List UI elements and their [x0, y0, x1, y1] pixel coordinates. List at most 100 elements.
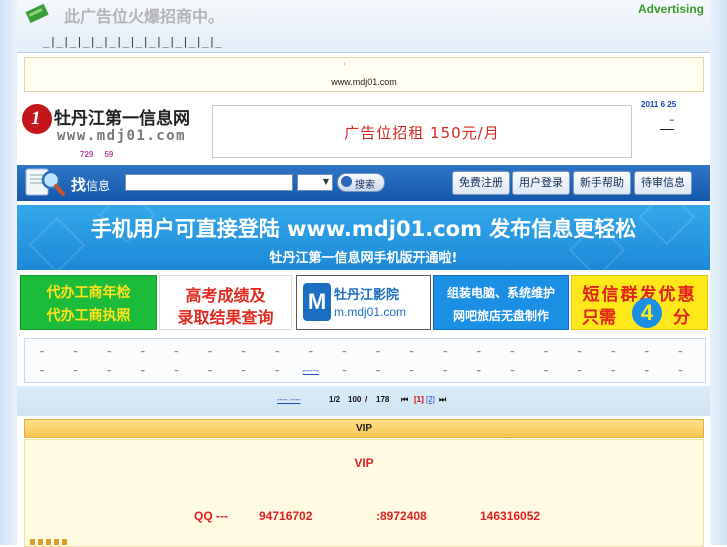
date-underline: [660, 129, 674, 130]
category-link[interactable]: –: [632, 366, 662, 376]
mobile-promo-banner[interactable]: 手机用户可直接登陆 www.mdj01.com 发布信息更轻松 牡丹江第一信息网…: [17, 205, 710, 270]
category-link[interactable]: –: [464, 347, 494, 357]
pending-info-button[interactable]: 待审信息: [634, 171, 692, 195]
qq-number-1[interactable]: 94716702: [259, 509, 312, 523]
four-badge: 4: [632, 298, 662, 328]
url-strip: · www.mdj01.com: [24, 57, 704, 92]
tile-line: 分: [673, 308, 690, 328]
qq-number-3[interactable]: 146316052: [480, 509, 540, 523]
category-link[interactable]: –: [665, 347, 695, 357]
category-link[interactable]: –: [161, 347, 191, 357]
tile-line: 组装电脑、系统维护: [446, 286, 555, 300]
category-link[interactable]: –: [531, 366, 561, 376]
category-link[interactable]: –: [598, 347, 628, 357]
category-link[interactable]: –: [27, 347, 57, 357]
register-button[interactable]: 免费注册: [452, 171, 510, 195]
category-link[interactable]: –: [94, 347, 124, 357]
search-label-small: 信息: [86, 179, 111, 193]
category-link[interactable]: –: [229, 347, 259, 357]
stats-a: 729: [80, 150, 94, 159]
category-link[interactable]: –: [262, 366, 292, 376]
ad-slogan: 此广告位火爆招商中。: [64, 7, 225, 26]
tile-line: 代办工商年检: [46, 285, 131, 301]
cinema-logo-icon: M: [303, 283, 331, 321]
cinema-url: m.mdj01.com: [334, 305, 407, 319]
category-link[interactable]: –: [61, 366, 91, 376]
mobile-banner-headline: 手机用户可直接登陆 www.mdj01.com 发布信息更轻松: [90, 217, 637, 241]
category-link[interactable]: –: [497, 347, 527, 357]
category-link[interactable]: –: [329, 347, 359, 357]
site-url[interactable]: www.mdj01.com: [25, 77, 703, 87]
category-link[interactable]: –: [363, 347, 393, 357]
search-input[interactable]: [125, 174, 293, 191]
category-link[interactable]: -----: [296, 366, 326, 376]
search-label: 找信息: [71, 174, 110, 195]
help-button[interactable]: 新手帮助: [573, 171, 631, 195]
category-link[interactable]: –: [632, 347, 662, 357]
search-button[interactable]: 搜索: [337, 173, 385, 192]
vip-panel: VIP QQ --- 94716702 :8972408 146316052: [24, 439, 704, 547]
qq-number-2[interactable]: :8972408: [376, 509, 427, 523]
category-link[interactable]: –: [229, 366, 259, 376]
rent-ad-text: 广告位招租 150元/月: [344, 124, 500, 142]
category-link[interactable]: –: [329, 366, 359, 376]
exam-results-ad[interactable]: 高考成绩及 录取结果查询: [159, 275, 292, 330]
top-ad-banner[interactable]: 此广告位火爆招商中。 Advertising _|_|_|_|_|_|_|_|_…: [17, 0, 710, 53]
magnifier-icon: [25, 168, 65, 196]
category-link[interactable]: –: [397, 366, 427, 376]
cinema-name: 牡丹江影院: [334, 288, 400, 303]
ad-dashes: _|_|_|_|_|_|_|_|_|_|_|_|_|_: [43, 35, 222, 48]
category-link[interactable]: –: [94, 366, 124, 376]
login-button[interactable]: 用户登录: [512, 171, 570, 195]
logo-domain: www.mdj01.com: [57, 128, 187, 144]
left-border: [0, 0, 17, 545]
category-link[interactable]: –: [296, 347, 326, 357]
category-link[interactable]: –: [665, 366, 695, 376]
date-dash: –: [669, 113, 675, 126]
red-dot: ·: [343, 60, 346, 69]
category-link[interactable]: –: [397, 347, 427, 357]
category-link[interactable]: –: [61, 347, 91, 357]
category-select[interactable]: ▼: [297, 174, 333, 191]
category-link[interactable]: –: [430, 347, 460, 357]
category-link[interactable]: –: [464, 366, 494, 376]
category-link[interactable]: –: [531, 347, 561, 357]
stats-b: 59: [104, 150, 114, 159]
category-link[interactable]: –: [430, 366, 460, 376]
page-of: 1/2: [329, 395, 341, 404]
pager-prefix[interactable]: ---- ----: [277, 395, 301, 404]
category-link[interactable]: –: [128, 366, 158, 376]
category-link[interactable]: –: [195, 347, 225, 357]
category-link[interactable]: –: [27, 366, 57, 376]
business-license-ad[interactable]: 代办工商年检 代办工商执照: [20, 275, 157, 330]
category-link[interactable]: –: [565, 366, 595, 376]
last-page-icon[interactable]: ⏭: [439, 395, 446, 405]
search-button-label: 搜索: [355, 180, 375, 191]
category-link[interactable]: –: [598, 366, 628, 376]
pagination-bar: ---- ---- 1/2 100 / 178 ⏮ [1] [2] ⏭: [17, 386, 710, 416]
total-count: 178: [376, 395, 390, 404]
computer-service-ad[interactable]: 组装电脑、系统维护 网吧旅店无盘制作: [433, 275, 569, 330]
category-link[interactable]: –: [363, 366, 393, 376]
first-page-icon[interactable]: ⏮: [401, 395, 408, 405]
page-2-link[interactable]: [2]: [426, 395, 435, 404]
category-link[interactable]: –: [128, 347, 158, 357]
search-icon: [341, 176, 352, 187]
right-border: [710, 0, 727, 545]
cinema-ad[interactable]: M 牡丹江影院 m.mdj01.com: [296, 275, 431, 330]
category-link[interactable]: –: [262, 347, 292, 357]
vip-title: VIP: [354, 456, 374, 470]
logo-mark-icon: 1: [22, 104, 52, 134]
category-link[interactable]: –: [497, 366, 527, 376]
rent-ad-banner[interactable]: 广告位招租 150元/月: [212, 105, 632, 158]
category-link[interactable]: –: [565, 347, 595, 357]
mobile-banner-subline: 牡丹江第一信息网手机版开通啦!: [269, 251, 458, 266]
sms-promo-ad[interactable]: 短信群发优惠 只需 4 分: [571, 275, 708, 330]
category-link[interactable]: –: [195, 366, 225, 376]
category-link[interactable]: –: [161, 366, 191, 376]
current-page: [1]: [414, 395, 424, 404]
site-stats: 729 59: [80, 150, 113, 159]
search-label-big: 找: [71, 176, 87, 194]
category-grid: – – – – – – – – – – – – – – – – – – – – – – – – – – – – ----- – – – – – – –…: [24, 338, 706, 383]
tile-line: 只需: [582, 308, 616, 328]
